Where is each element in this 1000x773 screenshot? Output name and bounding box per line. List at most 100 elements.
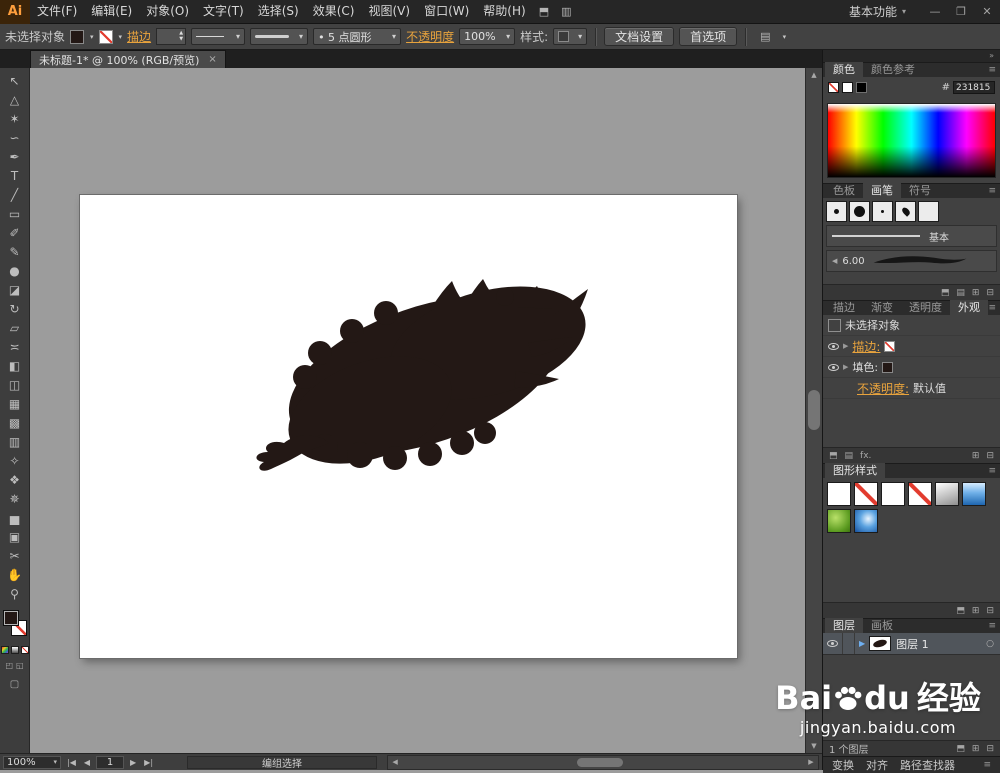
- menu-file[interactable]: 文件(F): [30, 0, 84, 23]
- stroke-weight-stepper[interactable]: ▲ ▼: [156, 28, 187, 45]
- visibility-eye-icon[interactable]: [828, 342, 839, 350]
- direct-selection-tool-icon[interactable]: △: [0, 90, 30, 109]
- tab-stroke[interactable]: 描边: [825, 300, 863, 315]
- add-effect-icon[interactable]: fx.: [860, 451, 871, 461]
- tab-layers[interactable]: 图层: [825, 618, 863, 633]
- tab-symbols[interactable]: 符号: [901, 183, 939, 198]
- delete-layer-icon[interactable]: ⊟: [986, 744, 994, 754]
- fill-swatch[interactable]: [70, 29, 85, 44]
- opacity-select[interactable]: 100% ▾: [459, 28, 516, 45]
- white-swatch[interactable]: [842, 82, 853, 93]
- none-button[interactable]: [20, 646, 29, 654]
- layer-thumbnail[interactable]: [869, 636, 892, 651]
- preferences-button[interactable]: 首选项: [679, 27, 738, 46]
- color-button[interactable]: [0, 646, 9, 654]
- artboard-tool-icon[interactable]: ▣: [0, 527, 30, 546]
- variable-width-select[interactable]: ▾: [250, 28, 309, 45]
- magic-wand-tool-icon[interactable]: ✶: [0, 109, 30, 128]
- panel-menu-icon[interactable]: ≡: [988, 184, 996, 198]
- panel-options-icon[interactable]: ▤: [754, 30, 776, 43]
- hex-input[interactable]: [953, 81, 995, 94]
- tab-graphic-styles[interactable]: 图形样式: [825, 463, 885, 478]
- restore-button[interactable]: ❐: [948, 5, 974, 18]
- delete-brush-icon[interactable]: ⊟: [986, 288, 994, 298]
- expand-triangle-icon[interactable]: ▶: [843, 342, 848, 350]
- menu-object[interactable]: 对象(O): [139, 0, 196, 23]
- tab-pathfinder[interactable]: 路径查找器: [900, 757, 955, 773]
- vertical-scroll-thumb[interactable]: [808, 390, 820, 430]
- delete-style-icon[interactable]: ⊟: [986, 606, 994, 616]
- draw-behind-icon[interactable]: ◱: [16, 661, 24, 670]
- tab-color-guide[interactable]: 颜色参考: [863, 62, 923, 77]
- stroke-swatch[interactable]: [98, 29, 113, 44]
- selection-tool-icon[interactable]: ↖: [0, 71, 30, 90]
- gradient-tool-icon[interactable]: ▥: [0, 432, 30, 451]
- fill-color-box[interactable]: [2, 610, 19, 626]
- next-artboard-icon[interactable]: ▶: [128, 758, 138, 767]
- new-layer-icon[interactable]: ⊞: [972, 744, 980, 754]
- expand-triangle-icon[interactable]: ▶: [859, 639, 865, 648]
- duplicate-item-icon[interactable]: ⊞: [972, 451, 980, 461]
- brush-libraries-icon[interactable]: ⬒: [941, 288, 950, 298]
- last-artboard-icon[interactable]: ▶|: [142, 758, 155, 767]
- brush-preset[interactable]: [849, 201, 870, 222]
- mesh-tool-icon[interactable]: ▩: [0, 413, 30, 432]
- screen-mode-icon[interactable]: ▢: [10, 679, 19, 690]
- tab-transparency[interactable]: 透明度: [901, 300, 950, 315]
- width-tool-icon[interactable]: ≍: [0, 337, 30, 356]
- fill-color-swatch[interactable]: [882, 361, 894, 373]
- tab-gradient[interactable]: 渐变: [863, 300, 901, 315]
- scale-tool-icon[interactable]: ▱: [0, 318, 30, 337]
- menu-select[interactable]: 选择(S): [251, 0, 306, 23]
- close-tab-icon[interactable]: ×: [208, 54, 216, 65]
- collapse-panels-icon[interactable]: »: [989, 51, 994, 60]
- horizontal-scroll-thumb[interactable]: [577, 757, 624, 767]
- paintbrush-tool-icon[interactable]: ✐: [0, 223, 30, 242]
- hand-tool-icon[interactable]: ✋: [0, 565, 30, 584]
- menu-help[interactable]: 帮助(H): [476, 0, 532, 23]
- style-select[interactable]: ▾: [553, 28, 588, 45]
- scroll-down-icon[interactable]: ▼: [806, 739, 822, 753]
- brush-preset[interactable]: [826, 201, 847, 222]
- line-segment-tool-icon[interactable]: ╱: [0, 185, 30, 204]
- new-stroke-icon[interactable]: ⬒: [829, 451, 838, 461]
- graphic-style-thumb[interactable]: [854, 482, 878, 506]
- eraser-tool-icon[interactable]: ◪: [0, 280, 30, 299]
- bridge-icon[interactable]: ⬒: [533, 5, 555, 18]
- style-libraries-icon[interactable]: ⬒: [956, 606, 965, 616]
- tab-brushes[interactable]: 画笔: [863, 183, 901, 198]
- graphic-style-thumb[interactable]: [935, 482, 959, 506]
- fill-dropdown-icon[interactable]: ▾: [90, 33, 94, 41]
- brush-preset[interactable]: [872, 201, 893, 222]
- visibility-eye-icon[interactable]: [828, 363, 839, 371]
- zoom-tool-icon[interactable]: ⚲: [0, 584, 30, 603]
- brush-preset[interactable]: [895, 201, 916, 222]
- lasso-tool-icon[interactable]: ∽: [0, 128, 30, 147]
- free-transform-tool-icon[interactable]: ◧: [0, 356, 30, 375]
- perspective-grid-tool-icon[interactable]: ▦: [0, 394, 30, 413]
- workspace-switcher[interactable]: 基本功能 ▾: [849, 3, 906, 20]
- new-fill-icon[interactable]: ▤: [845, 451, 854, 461]
- graphic-style-thumb[interactable]: [962, 482, 986, 506]
- graphic-style-thumb[interactable]: [881, 482, 905, 506]
- panel-menu-icon[interactable]: ≡: [988, 63, 996, 77]
- zoom-level-select[interactable]: 100% ▾: [3, 755, 61, 769]
- new-style-icon[interactable]: ⊞: [972, 606, 980, 616]
- panel-menu-icon[interactable]: ≡: [988, 619, 996, 633]
- shape-builder-tool-icon[interactable]: ◫: [0, 375, 30, 394]
- menu-window[interactable]: 窗口(W): [417, 0, 476, 23]
- blob-brush-tool-icon[interactable]: ●: [0, 261, 30, 280]
- make-mask-icon[interactable]: ⬒: [956, 744, 965, 754]
- tab-color[interactable]: 颜色: [825, 62, 863, 77]
- menu-edit[interactable]: 编辑(E): [84, 0, 139, 23]
- draw-normal-icon[interactable]: ◰: [5, 661, 13, 670]
- width-profile-select[interactable]: ▾: [191, 28, 246, 45]
- pencil-tool-icon[interactable]: ✎: [0, 242, 30, 261]
- tab-align[interactable]: 对齐: [866, 757, 888, 773]
- rectangle-tool-icon[interactable]: ▭: [0, 204, 30, 223]
- layer-target-icon[interactable]: ○: [986, 639, 994, 649]
- appearance-fill-row[interactable]: ▶ 填色:: [823, 357, 1000, 378]
- document-tab[interactable]: 未标题-1* @ 100% (RGB/预览) ×: [30, 50, 226, 68]
- type-tool-icon[interactable]: T: [0, 166, 30, 185]
- close-button[interactable]: ✕: [974, 5, 1000, 18]
